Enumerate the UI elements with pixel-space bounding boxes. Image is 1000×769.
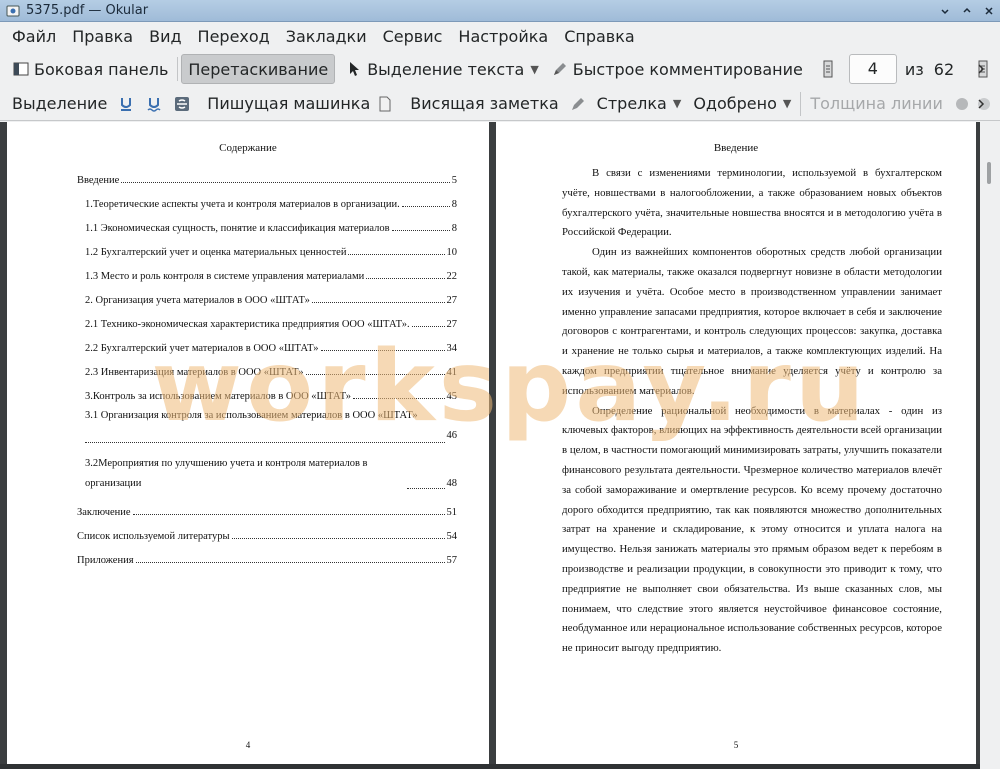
typewriter-label: Пишущая машинка [207, 94, 371, 113]
okular-app-icon [6, 4, 20, 18]
scrollbar-thumb[interactable] [987, 162, 991, 184]
menu-settings[interactable]: Настройка [450, 23, 556, 51]
popup-note-label: Висящая заметка [410, 94, 559, 113]
toolbar-separator [800, 91, 802, 116]
vertical-scrollbar[interactable] [980, 122, 1000, 769]
menu-edit[interactable]: Правка [64, 23, 141, 51]
toc-title: Содержание [219, 142, 277, 154]
main-toolbar: Боковая панель Перетаскивание Выделение … [0, 52, 1000, 86]
page-5: Введение В связи с изменениями терминоло… [496, 122, 976, 764]
toc-entry: 3.Контроль за использованием материалов … [85, 391, 457, 402]
menu-go[interactable]: Переход [190, 23, 278, 51]
page-number-input[interactable]: 4 [848, 54, 897, 84]
prev-page-icon[interactable] [819, 60, 837, 78]
toc-entry: 1.1 Экономическая сущность, понятие и кл… [85, 223, 457, 234]
paragraph: Определение рациональной необходимости в… [562, 404, 942, 655]
sidebar-label: Боковая панель [34, 59, 169, 79]
quick-annotation-label: Быстрое комментирование [572, 59, 803, 79]
minimize-icon[interactable] [934, 0, 956, 22]
toc-entry: 1.Теоретические аспекты учета и контроля… [85, 199, 457, 210]
toc-entry: Введение 5 [77, 175, 457, 186]
browse-tool-label: Перетаскивание [188, 59, 329, 79]
quick-annotation-button[interactable]: Быстрое комментирование [545, 54, 809, 84]
menu-view[interactable]: Вид [141, 23, 189, 51]
intro-title: Введение [713, 142, 759, 154]
toolbar-separator [177, 57, 179, 81]
horizontal-scrollbar[interactable] [0, 764, 980, 769]
underline-icon[interactable] [117, 95, 135, 113]
page-4: Содержание Введение 5 1.Теоретические асп… [7, 122, 489, 764]
toc-entry: Заключение 51 [77, 507, 457, 518]
toc-entry: 3.2Мероприятия по улучшению учета и конт… [85, 458, 457, 489]
highlight-tool-button[interactable]: Выделение [6, 89, 113, 119]
text-select-label: Выделение текста [367, 59, 525, 79]
line-width-button[interactable]: Толщина линии [804, 89, 949, 119]
toc-entry: 2.2 Бухгалтерский учет материалов в ООО … [85, 343, 457, 354]
text-select-button[interactable]: Выделение текста ▼ [339, 54, 545, 84]
arrow-tool-button[interactable]: Стрелка ▼ [591, 89, 688, 119]
menu-bar: Файл Правка Вид Переход Закладки Сервис … [0, 23, 1000, 51]
arrow-icon [569, 95, 587, 113]
menu-tools[interactable]: Сервис [375, 23, 451, 51]
arrow-label: Стрелка [596, 94, 667, 113]
stamp-tool-button[interactable]: Одобрено ▼ [687, 89, 797, 119]
paragraph: В связи с изменениями терминологии, испо… [562, 167, 942, 239]
document-view[interactable]: Содержание Введение 5 1.Теоретические асп… [0, 122, 1000, 769]
approved-label: Одобрено [693, 94, 777, 113]
sidebar-icon [12, 60, 30, 78]
strikeout-icon[interactable] [173, 95, 191, 113]
color-icon[interactable] [953, 95, 971, 113]
menu-file[interactable]: Файл [4, 23, 64, 51]
note-icon [376, 95, 394, 113]
chevron-down-icon[interactable]: ▼ [673, 97, 681, 110]
paragraph: Один из важнейших компонентов оборотных … [562, 246, 942, 397]
popup-note-tool-button[interactable]: Висящая заметка [404, 89, 564, 119]
toc-entry: 2.3 Инвентаризация материалов в ООО «ШТА… [85, 367, 457, 378]
toolbar-overflow-icon[interactable] [972, 60, 990, 78]
title-bar: 5375.pdf — Okular [0, 0, 1000, 22]
window-title: 5375.pdf — Okular [26, 3, 149, 18]
page-number: 5 [733, 740, 739, 750]
sidebar-button[interactable]: Боковая панель [6, 54, 174, 84]
toolbar-overflow-icon[interactable] [972, 95, 990, 113]
table-of-contents: Введение 5 1.Теоретические аспекты учета … [77, 162, 457, 566]
page-number: 4 [245, 740, 251, 750]
squiggle-icon[interactable] [145, 95, 163, 113]
annotation-toolbar: Выделение Пишущая машинка Висящая заметк… [0, 87, 1000, 121]
toc-entry: Приложения 57 [77, 555, 457, 566]
menu-help[interactable]: Справка [556, 23, 643, 51]
toc-entry: 1.3 Место и роль контроля в системе упра… [85, 271, 457, 282]
chevron-down-icon[interactable]: ▼ [783, 97, 791, 110]
intro-body: В связи с изменениями терминологии, испо… [562, 164, 942, 659]
pen-icon [551, 60, 569, 78]
cursor-icon [345, 60, 363, 78]
browse-tool-button[interactable]: Перетаскивание [181, 54, 336, 84]
toc-entry: 2.1 Технико-экономическая характеристика… [85, 319, 457, 330]
chevron-down-icon[interactable]: ▼ [530, 63, 538, 76]
toc-entry: 1.2 Бухгалтерский учет и оценка материал… [85, 247, 457, 258]
maximize-icon[interactable] [956, 0, 978, 22]
toc-entry: 2. Организация учета материалов в ООО «Ш… [85, 295, 457, 306]
toc-entry: 3.1 Организация контроля за использовани… [85, 410, 457, 443]
menu-bookmarks[interactable]: Закладки [278, 23, 375, 51]
line-width-label: Толщина линии [810, 94, 943, 113]
close-icon[interactable] [978, 0, 1000, 22]
page-of-label: из [904, 59, 924, 79]
highlight-label: Выделение [12, 94, 108, 113]
page-total-label: 62 [933, 59, 955, 79]
toc-entry: Список используемой литературы 54 [77, 531, 457, 542]
typewriter-tool-button[interactable]: Пишущая машинка [201, 89, 376, 119]
